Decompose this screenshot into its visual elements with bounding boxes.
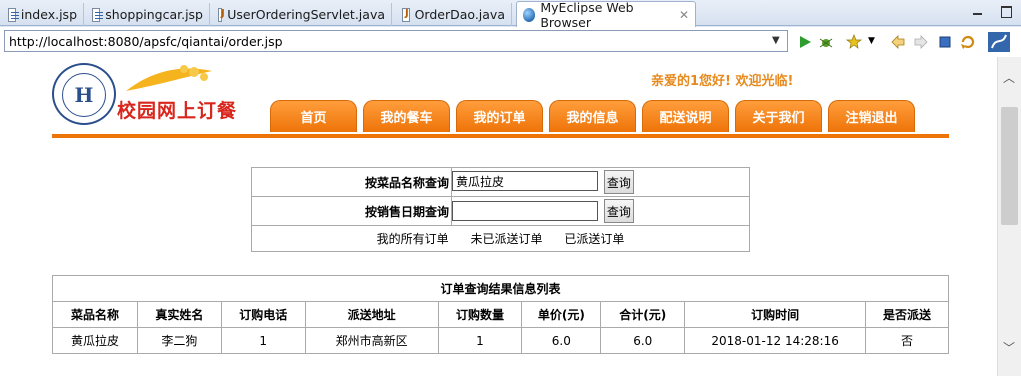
address-toolbar: http://localhost:8080/apsfc/qiantai/orde… bbox=[0, 27, 1021, 57]
main-nav: 首页 我的餐车 我的订单 我的信息 配送说明 关于我们 注销退出 bbox=[270, 100, 921, 132]
scrollbar-thumb[interactable] bbox=[1001, 107, 1018, 225]
go-icon[interactable] bbox=[797, 34, 813, 50]
cell-total: 6.0 bbox=[600, 327, 686, 354]
browser-viewport: H 校园网上订餐 亲爱的1您好! 欢迎光临! 首页 我的餐车 我的订单 我的信息… bbox=[0, 57, 997, 376]
table-header-row: 菜品名称 真实姓名 订购电话 派送地址 订购数量 单价(元) 合计(元) 订购时… bbox=[52, 301, 949, 328]
stop-icon[interactable] bbox=[937, 34, 953, 50]
nav-logout[interactable]: 注销退出 bbox=[828, 100, 915, 132]
nav-underline bbox=[52, 134, 949, 138]
java-file-icon bbox=[402, 7, 410, 22]
chevron-down-icon[interactable]: ▼ bbox=[868, 36, 875, 46]
maximize-icon[interactable] bbox=[999, 5, 1013, 18]
cell-dish-name: 黄瓜拉皮 bbox=[52, 327, 138, 354]
link-all-orders[interactable]: 我的所有订单 bbox=[377, 232, 449, 246]
nav-my-orders[interactable]: 我的订单 bbox=[456, 100, 543, 132]
back-arrow-icon[interactable] bbox=[890, 34, 906, 50]
column-header: 派送地址 bbox=[304, 301, 439, 328]
nav-my-info[interactable]: 我的信息 bbox=[549, 100, 636, 132]
vertical-scrollbar[interactable]: ︿ ﹀ bbox=[997, 57, 1021, 376]
order-search-form: 按菜品名称查询 查询 按销售日期查询 查询 我的所有订单 未已派送订单 已派送订… bbox=[251, 167, 750, 252]
tab-orderdao-java[interactable]: OrderDao.java bbox=[396, 3, 512, 26]
cell-quantity: 1 bbox=[437, 327, 523, 354]
tab-label: index.jsp bbox=[20, 7, 77, 22]
column-header: 单价(元) bbox=[521, 301, 602, 328]
column-header: 是否派送 bbox=[865, 301, 949, 328]
column-header: 订购数量 bbox=[437, 301, 523, 328]
welcome-message: 亲爱的1您好! 欢迎光临! bbox=[651, 74, 794, 89]
table-caption: 订单查询结果信息列表 bbox=[52, 275, 949, 302]
leaf-decoration-icon bbox=[126, 65, 212, 91]
cell-order-time: 2018-01-12 14:28:16 bbox=[684, 327, 867, 354]
cell-delivered: 否 bbox=[865, 327, 949, 354]
minimize-icon[interactable] bbox=[971, 5, 985, 17]
column-header: 真实姓名 bbox=[136, 301, 222, 328]
query-by-name-button[interactable]: 查询 bbox=[603, 170, 634, 194]
refresh-icon[interactable] bbox=[960, 34, 976, 50]
favorites-star-icon[interactable] bbox=[846, 34, 862, 50]
column-header: 菜品名称 bbox=[52, 301, 138, 328]
column-header: 合计(元) bbox=[600, 301, 686, 328]
dish-name-input[interactable] bbox=[452, 171, 598, 191]
order-results-table: 订单查询结果信息列表 菜品名称 真实姓名 订购电话 派送地址 订购数量 单价(元… bbox=[52, 275, 949, 354]
scroll-up-icon[interactable]: ︿ bbox=[1003, 69, 1015, 86]
site-brand-title: 校园网上订餐 bbox=[117, 100, 238, 122]
column-header: 订购时间 bbox=[684, 301, 867, 328]
bug-icon[interactable] bbox=[818, 34, 834, 50]
link-undelivered-orders[interactable]: 未已派送订单 bbox=[470, 232, 542, 246]
tab-label: UserOrderingServlet.java bbox=[227, 7, 385, 22]
window-controls bbox=[971, 5, 1013, 18]
university-logo: H bbox=[52, 63, 116, 125]
column-header: 订购电话 bbox=[220, 301, 306, 328]
editor-tab-bar: index.jsp shoppingcar.jsp UserOrderingSe… bbox=[0, 0, 1021, 30]
chevron-down-icon[interactable]: ▼ bbox=[772, 35, 780, 46]
tab-userorderingservlet-java[interactable]: UserOrderingServlet.java bbox=[212, 3, 392, 26]
tab-label: shoppingcar.jsp bbox=[105, 7, 203, 22]
tab-label: OrderDao.java bbox=[414, 7, 505, 22]
nav-my-cart[interactable]: 我的餐车 bbox=[363, 100, 450, 132]
tab-web-browser[interactable]: MyEclipse Web Browser ✕ bbox=[516, 0, 696, 30]
nav-delivery-info[interactable]: 配送说明 bbox=[642, 100, 729, 132]
browser-window: index.jsp shoppingcar.jsp UserOrderingSe… bbox=[0, 0, 1021, 376]
forward-arrow-icon[interactable] bbox=[913, 34, 929, 50]
tab-index-jsp[interactable]: index.jsp bbox=[2, 3, 84, 26]
url-field[interactable]: http://localhost:8080/apsfc/qiantai/orde… bbox=[4, 30, 788, 52]
name-search-label: 按菜品名称查询 bbox=[251, 167, 452, 197]
sale-date-input[interactable] bbox=[452, 200, 598, 221]
globe-icon bbox=[523, 7, 536, 22]
scroll-down-icon[interactable]: ﹀ bbox=[1003, 339, 1015, 356]
link-delivered-orders[interactable]: 已派送订单 bbox=[564, 232, 624, 246]
table-row: 黄瓜拉皮 李二狗 1 郑州市高新区 1 6.0 6.0 2018-01-12 1… bbox=[52, 327, 949, 354]
nav-about-us[interactable]: 关于我们 bbox=[735, 100, 822, 132]
query-by-date-button[interactable]: 查询 bbox=[603, 199, 634, 223]
java-file-icon bbox=[218, 7, 225, 22]
cell-address: 郑州市高新区 bbox=[304, 327, 439, 354]
jsp-file-icon bbox=[92, 7, 104, 22]
cell-phone: 1 bbox=[220, 327, 306, 354]
date-search-label: 按销售日期查询 bbox=[251, 196, 452, 226]
perspective-icon[interactable] bbox=[988, 32, 1010, 52]
nav-home[interactable]: 首页 bbox=[270, 100, 357, 132]
close-icon[interactable]: ✕ bbox=[679, 8, 689, 22]
tab-shoppingcar-jsp[interactable]: shoppingcar.jsp bbox=[86, 3, 210, 26]
jsp-file-icon bbox=[8, 7, 19, 22]
cell-real-name: 李二狗 bbox=[136, 327, 222, 354]
cell-unit-price: 6.0 bbox=[521, 327, 602, 354]
tab-label: MyEclipse Web Browser bbox=[540, 0, 634, 30]
